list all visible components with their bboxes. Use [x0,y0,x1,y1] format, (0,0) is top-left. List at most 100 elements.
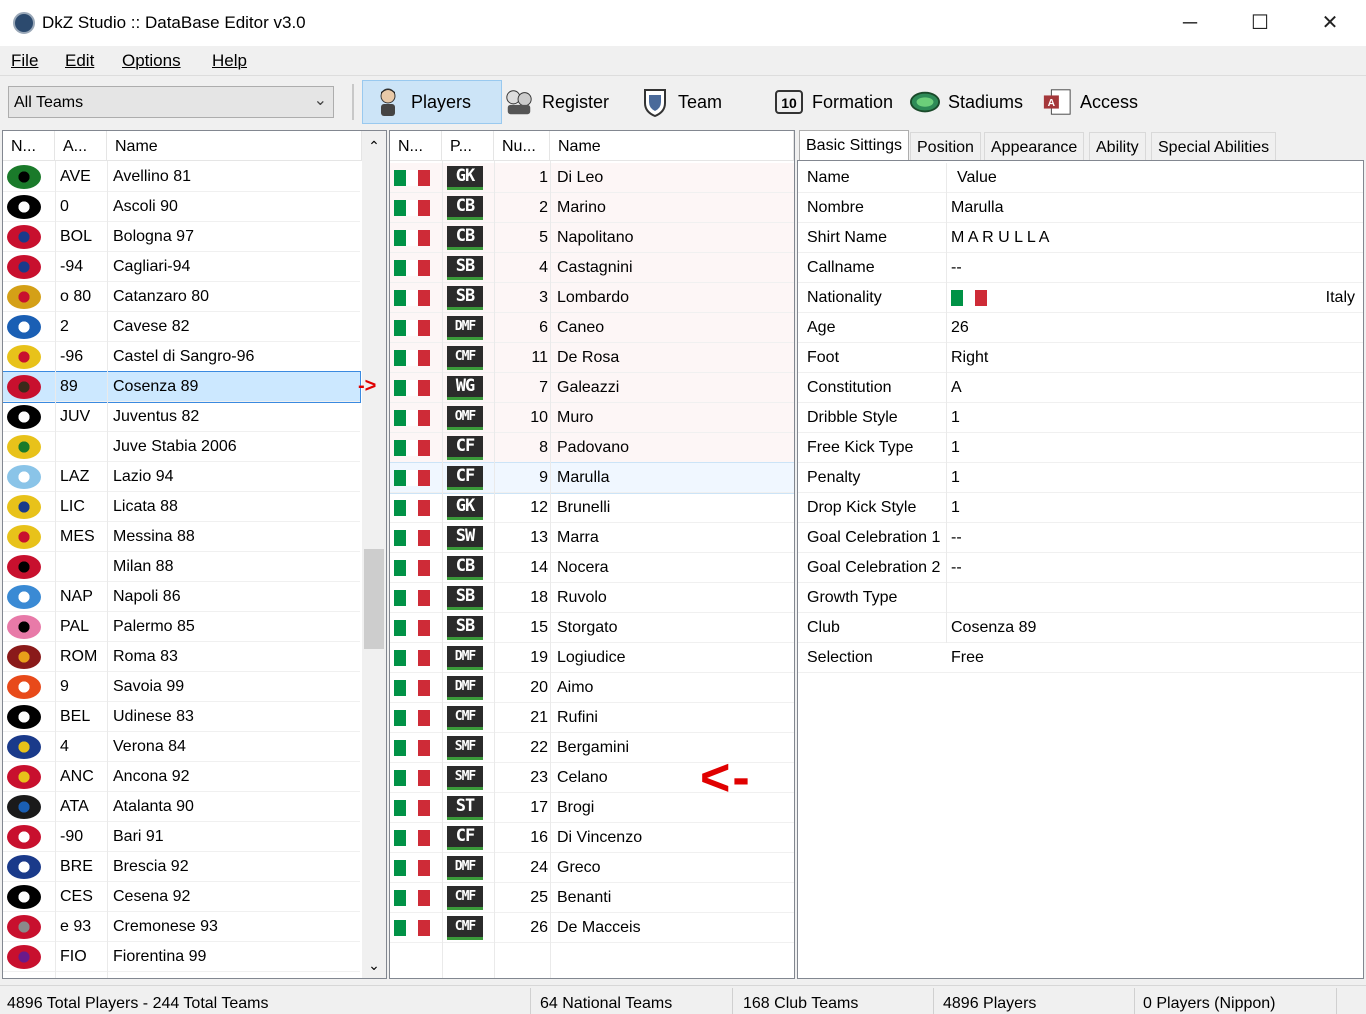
player-row[interactable]: CB 5 Napolitano [390,223,794,253]
players-header-name[interactable]: Name [550,131,794,161]
teams-header-name[interactable]: Name [107,131,362,161]
player-row[interactable]: SB 18 Ruvolo [390,583,794,613]
player-row[interactable]: CB 14 Nocera [390,553,794,583]
player-row[interactable]: CF 9 Marulla [390,462,794,494]
teams-header-abbr[interactable]: A... [55,131,107,161]
team-row[interactable]: ATA Atalanta 90 [3,792,360,822]
team-row[interactable]: LIC Licata 88 [3,492,360,522]
team-row[interactable]: MES Messina 88 [3,522,360,552]
player-row[interactable]: DMF 6 Caneo [390,313,794,343]
detail-row[interactable]: Growth Type [798,583,1363,613]
scroll-thumb[interactable] [364,549,384,649]
scroll-down-icon[interactable]: ⌄ [362,953,386,977]
menu-edit[interactable]: Edit [65,51,94,71]
player-row[interactable]: SB 4 Castagnini [390,253,794,283]
team-row[interactable]: CES Cesena 92 [3,882,360,912]
player-row[interactable]: CF 16 Di Vincenzo [390,823,794,853]
tab-ability[interactable]: Ability [1089,132,1146,161]
detail-row[interactable]: Drop Kick Style 1 [798,493,1363,523]
tab-appearance[interactable]: Appearance [984,132,1085,161]
scroll-up-icon[interactable]: ⌃ [362,131,386,161]
players-header-nation[interactable]: N... [390,131,442,161]
team-row[interactable]: 4 Verona 84 [3,732,360,762]
tab-basic-sittings[interactable]: Basic Sittings [799,130,910,161]
detail-row[interactable]: Foot Right [798,343,1363,373]
player-row[interactable]: CF 8 Padovano [390,433,794,463]
team-row[interactable]: -90 Bari 91 [3,822,360,852]
team-row[interactable]: 9 Savoia 99 [3,672,360,702]
detail-row[interactable]: Callname -- [798,253,1363,283]
detail-row[interactable]: Age 26 [798,313,1363,343]
player-row[interactable]: SB 15 Storgato [390,613,794,643]
formation-button[interactable]: 10 Formation [774,80,893,124]
team-row[interactable]: FIO Fiorentina 99 [3,942,360,972]
player-row[interactable]: WG 7 Galeazzi [390,373,794,403]
register-button[interactable]: Register [504,80,609,124]
tab-position[interactable]: Position [910,132,981,161]
player-row[interactable]: SB 3 Lombardo [390,283,794,313]
access-button[interactable]: A Access [1042,80,1138,124]
player-row[interactable]: DMF 20 Aimo [390,673,794,703]
player-name: Napolitano [557,229,634,246]
player-row[interactable]: CMF 11 De Rosa [390,343,794,373]
team-row[interactable]: PAL Palermo 85 [3,612,360,642]
player-row[interactable]: CMF 25 Benanti [390,883,794,913]
italy-flag-icon [394,290,430,306]
team-row[interactable]: NAP Napoli 86 [3,582,360,612]
team-row[interactable]: Milan 88 [3,552,360,582]
menu-help[interactable]: Help [212,51,247,71]
player-row[interactable]: SW 13 Marra [390,523,794,553]
team-row[interactable]: -96 Castel di Sangro-96 [3,342,360,372]
player-row[interactable]: GK 12 Brunelli [390,493,794,523]
teams-header-number[interactable]: N... [3,131,55,161]
menu-file[interactable]: File [11,51,38,71]
team-row[interactable]: JUV Juventus 82 [3,402,360,432]
team-row[interactable]: o 80 Catanzaro 80 [3,282,360,312]
players-header-position[interactable]: P... [442,131,494,161]
detail-row[interactable]: Nationality Italy [798,283,1363,313]
player-row[interactable]: CB 2 Marino [390,193,794,223]
team-filter-dropdown[interactable]: All Teams ⌄ [8,86,334,118]
close-button[interactable]: ✕ [1295,0,1365,46]
player-row[interactable]: GK 1 Di Leo [390,163,794,193]
team-row[interactable]: Juve Stabia 2006 [3,432,360,462]
detail-key: Penalty [807,469,861,486]
detail-row[interactable]: Free Kick Type 1 [798,433,1363,463]
team-row[interactable]: -94 Cagliari-94 [3,252,360,282]
player-row[interactable]: OMF 10 Muro [390,403,794,433]
team-row[interactable]: 0 Ascoli 90 [3,192,360,222]
minimize-button[interactable]: ─ [1155,0,1225,46]
teams-scrollbar[interactable]: ⌃ ⌄ [362,131,386,978]
team-row[interactable]: e 93 Cremonese 93 [3,912,360,942]
team-row[interactable]: ANC Ancona 92 [3,762,360,792]
detail-row[interactable]: Goal Celebration 1 -- [798,523,1363,553]
detail-row[interactable]: Selection Free [798,643,1363,673]
detail-key: Age [807,319,836,336]
team-row[interactable]: BRE Brescia 92 [3,852,360,882]
detail-row[interactable]: Penalty 1 [798,463,1363,493]
team-row[interactable]: BEL Udinese 83 [3,702,360,732]
players-header-number[interactable]: Nu... [494,131,550,161]
team-button[interactable]: Team [640,80,722,124]
team-row[interactable]: ROM Roma 83 [3,642,360,672]
menu-options[interactable]: Options [122,51,181,71]
team-row[interactable]: 2 Cavese 82 [3,312,360,342]
detail-row[interactable]: Constitution A [798,373,1363,403]
player-row[interactable]: CMF 26 De Macceis [390,913,794,943]
detail-row[interactable]: Nombre Marulla [798,193,1363,223]
stadiums-button[interactable]: Stadiums [910,80,1023,124]
maximize-button[interactable]: ☐ [1225,0,1295,46]
tab-special-abilities[interactable]: Special Abilities [1151,132,1277,161]
detail-row[interactable]: Club Cosenza 89 [798,613,1363,643]
team-row[interactable]: LAZ Lazio 94 [3,462,360,492]
player-row[interactable]: DMF 24 Greco [390,853,794,883]
players-button[interactable]: Players [362,80,503,124]
detail-row[interactable]: Goal Celebration 2 -- [798,553,1363,583]
team-row[interactable]: BOL Bologna 97 [3,222,360,252]
player-row[interactable]: CMF 21 Rufini [390,703,794,733]
player-row[interactable]: DMF 19 Logiudice [390,643,794,673]
team-row[interactable]: AVE Avellino 81 [3,162,360,192]
detail-row[interactable]: Dribble Style 1 [798,403,1363,433]
team-row[interactable]: 89 Cosenza 89 [3,371,361,403]
detail-row[interactable]: Shirt Name M A R U L L A [798,223,1363,253]
